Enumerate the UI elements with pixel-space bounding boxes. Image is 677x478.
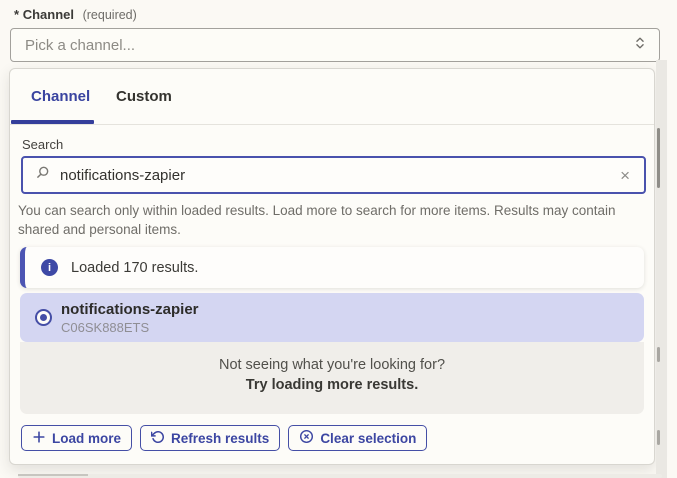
info-icon: i [41,259,58,276]
loaded-results-text: Loaded 170 results. [71,260,198,276]
channel-select[interactable]: Pick a channel... [10,28,660,62]
required-note: (required) [83,8,137,22]
actions-row: Load more Refresh results [21,425,427,451]
clear-selection-label: Clear selection [320,431,416,446]
refresh-icon [151,430,165,447]
clear-search-button[interactable]: × [616,165,634,186]
scrollbar-mark [657,430,660,445]
scrollbar-mark [657,347,660,362]
search-input[interactable] [50,167,616,184]
result-texts: notifications-zapier C06SK888ETS [61,301,199,335]
hint-suggestion: Try loading more results. [20,377,644,393]
channel-picker-page: * Channel (required) Pick a channel... C… [0,0,677,478]
plus-icon [32,430,46,447]
search-help-text: You can search only within loaded result… [18,201,640,239]
required-marker: * [14,7,19,22]
select-placeholder: Pick a channel... [25,37,633,54]
tabs-divider [10,124,654,125]
channel-dropdown-panel: Channel Custom Search × You can search o… [9,68,655,465]
refresh-results-button[interactable]: Refresh results [140,425,280,451]
result-name: notifications-zapier [61,301,199,318]
loaded-results-alert: i Loaded 170 results. [20,247,644,288]
scrollbar-thumb[interactable] [657,128,660,188]
tab-custom[interactable]: Custom [116,88,172,105]
info-icon-glyph: i [48,262,51,274]
result-row-notifications-zapier[interactable]: notifications-zapier C06SK888ETS [20,293,644,342]
tab-channel[interactable]: Channel [31,88,90,105]
clear-selection-button[interactable]: Clear selection [288,425,427,451]
search-box: × [21,156,646,194]
element-below-border [18,474,88,476]
load-more-label: Load more [52,431,121,446]
refresh-results-label: Refresh results [171,431,269,446]
field-label: * Channel (required) [14,7,137,22]
load-more-hint: Not seeing what you're looking for? Try … [20,342,644,414]
hint-question: Not seeing what you're looking for? [20,342,644,373]
load-more-button[interactable]: Load more [21,425,132,451]
field-label-text: Channel [23,7,74,22]
result-id: C06SK888ETS [61,320,199,335]
clear-circle-icon [299,429,314,447]
chevron-up-down-icon [633,35,647,56]
radio-selected-icon[interactable] [35,309,52,326]
search-icon [35,165,50,185]
scrollbar-track[interactable] [656,60,667,478]
element-below-edge [18,474,662,478]
search-label: Search [22,137,63,152]
radio-dot [40,314,47,321]
